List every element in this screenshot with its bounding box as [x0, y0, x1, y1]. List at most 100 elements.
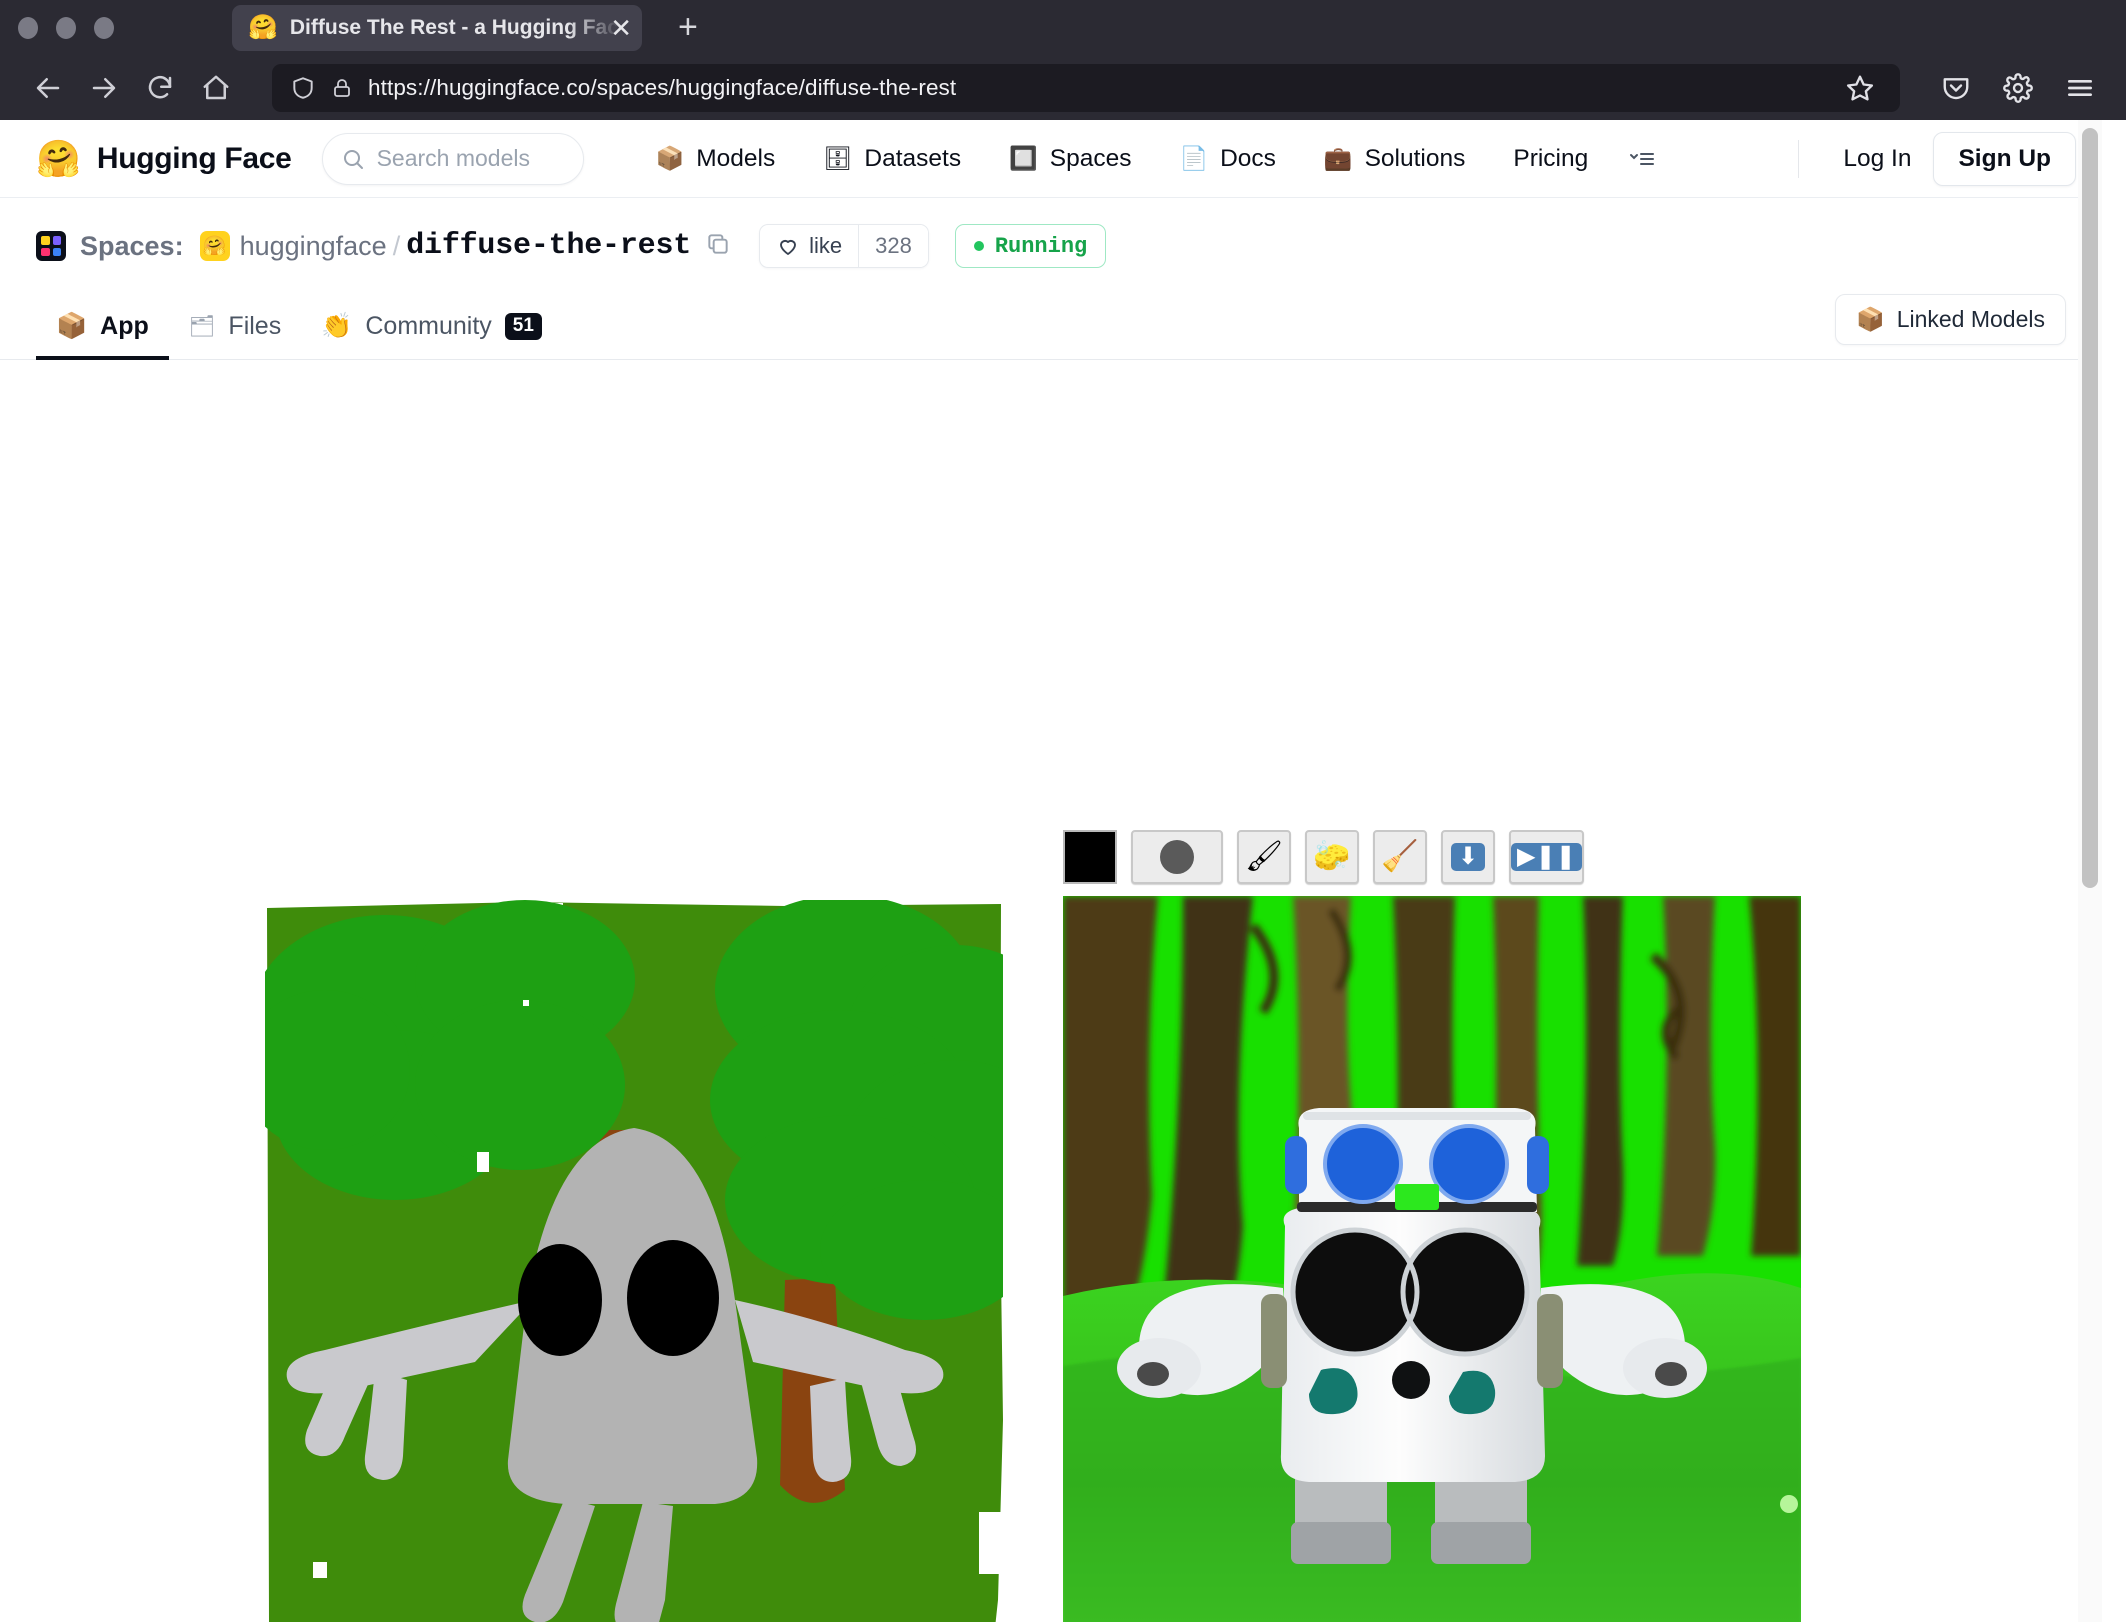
like-label: like	[809, 233, 842, 259]
shield-icon[interactable]	[290, 75, 316, 101]
nav-label: Solutions	[1365, 145, 1466, 173]
heart-icon	[776, 234, 800, 258]
toolbar-right-icons	[1918, 64, 2104, 112]
nav-item-datasets[interactable]: 🗄 Datasets	[799, 133, 985, 185]
tab-files[interactable]: 🗂 Files	[169, 312, 301, 359]
forward-arrow-icon[interactable]	[78, 62, 130, 114]
new-tab-button[interactable]: +	[668, 8, 708, 47]
breadcrumb-separator: /	[393, 231, 401, 262]
status-dot-icon	[974, 241, 984, 251]
paintbrush-icon: 🖌	[1245, 842, 1283, 872]
color-swatch-button[interactable]	[1063, 830, 1117, 884]
nav-label: Docs	[1220, 145, 1276, 173]
hf-logo-text: Hugging Face	[97, 142, 292, 176]
grid-icon: 🔲	[1009, 145, 1038, 172]
like-group[interactable]: like 328	[759, 224, 929, 268]
space-header: Spaces: 🤗 huggingface / diffuse-the-rest	[0, 198, 2102, 360]
eraser-icon: 🧽	[1313, 842, 1350, 872]
home-icon[interactable]	[190, 62, 242, 114]
star-icon[interactable]	[1838, 66, 1882, 110]
signup-button[interactable]: Sign Up	[1933, 132, 2076, 186]
gradio-app: 🖌 🧽 🧹 ⬇ ▶❚❚	[0, 360, 2102, 1545]
broom-icon: 🧹	[1381, 842, 1418, 872]
linked-models-label: Linked Models	[1897, 306, 2045, 333]
status-badge: Running	[955, 224, 1106, 268]
page-viewport: 🤗 Hugging Face Search models 📦 Models	[0, 120, 2126, 1622]
chevron-down-menu-icon[interactable]	[1612, 146, 1672, 172]
hf-nav: 📦 Models 🗄 Datasets 🔲 Spaces 📄 Docs	[632, 133, 1673, 185]
hf-auth-group: Log In Sign Up	[1776, 132, 2076, 186]
hugging-face-emoji-icon: 🤗	[36, 141, 81, 177]
clear-canvas-button[interactable]: 🧹	[1373, 830, 1427, 884]
cube-icon: 📦	[56, 312, 87, 341]
nav-label: Datasets	[864, 145, 961, 173]
address-bar[interactable]: https://huggingface.co/spaces/huggingfac…	[272, 64, 1900, 112]
tab-title: Diffuse The Rest - a Hugging Face Space	[290, 16, 628, 40]
nav-item-pricing[interactable]: Pricing	[1489, 133, 1612, 185]
pocket-icon[interactable]	[1932, 64, 1980, 112]
document-icon: 📄	[1179, 145, 1208, 172]
owner-name[interactable]: huggingface	[240, 231, 387, 262]
cube-icon: 📦	[1856, 306, 1885, 333]
huggingface-page: 🤗 Hugging Face Search models 📦 Models	[0, 120, 2102, 1622]
copy-icon[interactable]	[705, 231, 731, 262]
community-count-badge: 51	[505, 313, 542, 340]
like-count: 328	[858, 225, 928, 267]
brush-size-button[interactable]	[1131, 830, 1223, 884]
hf-logo[interactable]: 🤗 Hugging Face	[36, 141, 292, 177]
back-arrow-icon[interactable]	[22, 62, 74, 114]
tab-label: Community	[365, 312, 491, 341]
close-window-button[interactable]	[18, 17, 38, 39]
breadcrumb: Spaces: 🤗 huggingface / diffuse-the-rest	[0, 224, 2102, 268]
browser-tab[interactable]: 🤗 Diffuse The Rest - a Hugging Face Spac…	[232, 5, 642, 51]
right-panel: 🖌 🧽 🧹 ⬇ ▶❚❚	[1063, 830, 1823, 1622]
gear-icon[interactable]	[1994, 64, 2042, 112]
nav-label: Models	[696, 145, 775, 173]
nav-item-models[interactable]: 📦 Models	[632, 133, 800, 185]
clap-icon: 👏	[321, 312, 352, 341]
maximize-window-button[interactable]	[94, 17, 114, 39]
spaces-label[interactable]: Spaces:	[80, 231, 184, 262]
page-scrollbar[interactable]	[2078, 120, 2102, 1622]
owner-avatar: 🤗	[200, 231, 230, 261]
close-tab-icon[interactable]: ✕	[610, 15, 632, 41]
search-input[interactable]: Search models	[322, 133, 584, 185]
brush-size-dot-icon	[1160, 840, 1194, 874]
padlock-icon	[330, 76, 354, 100]
nav-item-solutions[interactable]: 💼 Solutions	[1300, 133, 1489, 185]
canvas-sketch[interactable]	[265, 900, 1003, 1622]
paintbrush-tool-button[interactable]: 🖌	[1237, 830, 1291, 884]
space-tabs: 📦 App 🗂 Files 👏 Community 51 📦 Lin	[0, 286, 2102, 360]
canvas-toolbar: 🖌 🧽 🧹 ⬇ ▶❚❚	[1063, 830, 1823, 884]
drawing-canvas[interactable]	[265, 900, 1003, 1622]
nav-label: Spaces	[1050, 145, 1132, 173]
files-icon: 🗂	[189, 315, 216, 339]
login-button[interactable]: Log In	[1821, 145, 1933, 173]
tab-label: App	[100, 312, 149, 341]
like-button[interactable]: like	[760, 225, 858, 267]
reload-icon[interactable]	[134, 62, 186, 114]
download-button[interactable]: ⬇	[1441, 830, 1495, 884]
window-controls[interactable]	[18, 17, 114, 39]
hamburger-menu-icon[interactable]	[2056, 64, 2104, 112]
linked-models-button[interactable]: 📦 Linked Models	[1835, 294, 2066, 345]
play-pause-icon: ▶❚❚	[1511, 843, 1582, 871]
minimize-window-button[interactable]	[56, 17, 76, 39]
tab-community[interactable]: 👏 Community 51	[301, 312, 562, 359]
navigation-toolbar: https://huggingface.co/spaces/huggingfac…	[0, 55, 2126, 120]
download-arrow-icon: ⬇	[1451, 843, 1485, 871]
tab-app[interactable]: 📦 App	[36, 312, 169, 359]
browser-window: 🤗 Diffuse The Rest - a Hugging Face Spac…	[0, 0, 2126, 1622]
eraser-tool-button[interactable]: 🧽	[1305, 830, 1359, 884]
cube-icon: 📦	[656, 145, 685, 172]
play-pause-button[interactable]: ▶❚❚	[1509, 830, 1584, 884]
page-title: diffuse-the-rest	[406, 229, 691, 263]
header-divider	[1798, 140, 1799, 178]
scrollbar-thumb[interactable]	[2082, 128, 2098, 888]
tab-strip: 🤗 Diffuse The Rest - a Hugging Face Spac…	[0, 0, 2126, 55]
hf-main-header: 🤗 Hugging Face Search models 📦 Models	[0, 120, 2102, 198]
tab-favicon-icon: 🤗	[248, 16, 278, 40]
nav-item-docs[interactable]: 📄 Docs	[1155, 133, 1299, 185]
nav-item-spaces[interactable]: 🔲 Spaces	[985, 133, 1155, 185]
briefcase-icon: 💼	[1324, 145, 1353, 172]
